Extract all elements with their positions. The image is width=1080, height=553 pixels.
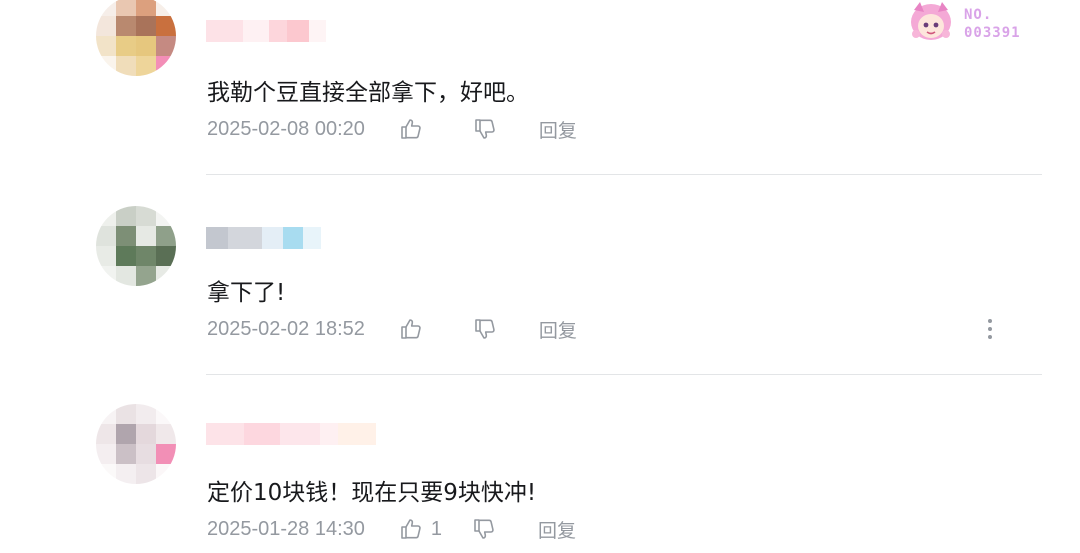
like-button[interactable] [399,317,431,341]
avatar[interactable] [96,206,176,286]
comment-meta: 2025-01-28 14:30 1 回复 [207,516,576,542]
comment-text: 我勒个豆直接全部拿下，好吧。 [207,80,529,106]
fan-badge: NO. 003391 [902,0,1042,46]
divider [206,374,1042,375]
like-count: 1 [430,517,443,540]
dislike-button[interactable] [473,117,497,141]
avatar[interactable] [96,0,176,76]
badge-label: NO. [964,7,993,23]
anime-character-icon [911,2,951,40]
username[interactable] [206,20,326,42]
dislike-button[interactable] [473,317,497,341]
username[interactable] [206,227,321,249]
comment-time: 2025-02-02 18:52 [207,317,365,340]
badge-number: 003391 [964,25,1021,41]
comment-text: 定价10块钱！现在只要9块快冲! [207,480,537,506]
comment-text: 拿下了! [207,280,286,306]
thumbs-up-icon [401,119,421,139]
like-button[interactable] [399,117,431,141]
username[interactable] [206,423,376,445]
comment-time: 2025-02-08 00:20 [207,117,365,140]
comment-time: 2025-01-28 14:30 [207,517,365,540]
like-button[interactable]: 1 [399,517,442,541]
thumbs-down-icon [475,319,495,339]
reply-button[interactable]: 回复 [538,516,576,543]
more-options-icon[interactable] [978,316,1002,342]
thumbs-up-icon [401,319,421,339]
thumbs-down-icon [474,519,494,539]
comment-meta: 2025-02-02 18:52 回复 [207,316,577,342]
dislike-button[interactable] [472,517,496,541]
avatar[interactable] [96,404,176,484]
thumbs-up-icon [401,519,421,539]
comment-list: NO. 003391 我勒个豆直接全部拿下，好吧。 2025-02-08 00:… [0,0,1080,553]
reply-button[interactable]: 回复 [539,116,577,143]
reply-button[interactable]: 回复 [539,316,577,343]
comment-meta: 2025-02-08 00:20 回复 [207,116,577,142]
thumbs-down-icon [475,119,495,139]
divider [206,174,1042,175]
